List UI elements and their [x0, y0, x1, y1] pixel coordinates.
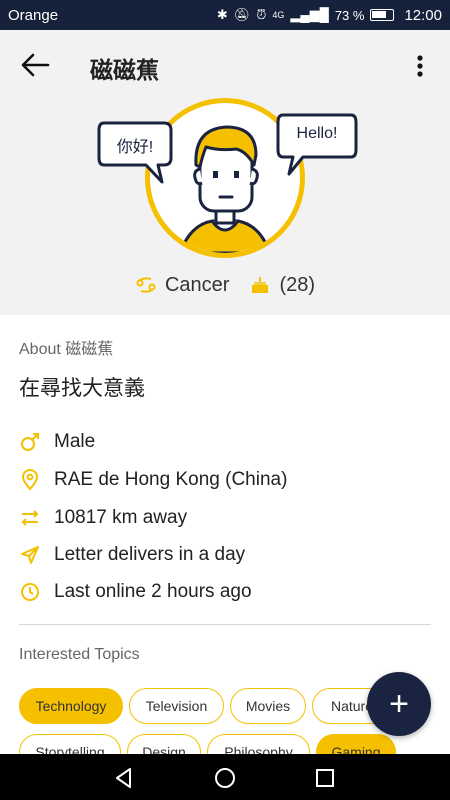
topic-chip-label: Television	[145, 698, 208, 714]
bubble-left-text: 你好!	[116, 139, 154, 156]
zodiac-age-row: Cancer (28)	[0, 270, 450, 300]
battery-percent: 73 %	[334, 7, 365, 23]
network-type: 4G	[272, 10, 285, 20]
more-options-button[interactable]	[410, 52, 430, 80]
male-icon	[21, 433, 39, 451]
about-heading: About 磁磁蕉	[19, 341, 114, 358]
speech-bubble-icon	[276, 113, 358, 176]
last-online-row: Last online 2 hours ago	[19, 578, 252, 606]
last-online-text: Last online 2 hours ago	[54, 581, 252, 602]
mute-icon: 🔕︎	[233, 7, 251, 22]
bubble-right-text: Hello!	[296, 125, 338, 142]
profile-header: 磁磁蕉 你好! Hello! Cancer (28)	[0, 30, 450, 315]
cake-icon	[252, 277, 269, 293]
section-divider	[19, 624, 431, 625]
delivery-text: Letter delivers in a day	[54, 544, 246, 565]
page-title: 磁磁蕉	[90, 57, 159, 83]
more-vert-icon	[417, 55, 423, 77]
location-row: RAE de Hong Kong (China)	[19, 466, 287, 494]
zodiac-label: Cancer	[164, 273, 230, 296]
age-label: (28)	[279, 273, 316, 296]
carrier-name: Orange	[8, 6, 59, 24]
nav-recents-icon[interactable]	[313, 766, 337, 790]
speech-bubble-left: 你好!	[96, 120, 174, 186]
signal-icon: ▂▄▆█	[290, 7, 329, 22]
app-bar: 磁磁蕉	[0, 30, 450, 100]
location-pin-icon	[21, 469, 39, 491]
topic-chip-label: Movies	[245, 698, 291, 714]
distance-row: 10817 km away	[19, 504, 187, 532]
arrow-left-icon	[21, 53, 50, 77]
send-icon	[21, 546, 39, 564]
back-button[interactable]	[18, 50, 52, 80]
clock-icon	[21, 583, 39, 601]
battery-icon	[370, 9, 395, 21]
system-nav-bar	[0, 754, 450, 800]
plus-icon: +	[389, 684, 409, 723]
topic-chip-label: Technology	[35, 698, 107, 714]
delivery-row: Letter delivers in a day	[19, 541, 245, 569]
topic-chip[interactable]: Movies	[230, 688, 306, 724]
cancer-zodiac-icon	[136, 277, 156, 293]
gender-row: Male	[19, 428, 95, 456]
clock: 12:00	[404, 6, 442, 24]
speech-bubble-right: Hello!	[275, 112, 359, 178]
nav-back-icon[interactable]	[112, 766, 136, 790]
gender-text: Male	[54, 431, 96, 452]
topics-heading: Interested Topics	[19, 646, 140, 663]
topic-chip[interactable]: Technology	[19, 688, 123, 724]
bluetooth-icon: ✱	[216, 7, 228, 22]
alarm-icon: ⏰︎	[256, 7, 267, 22]
distance-text: 10817 km away	[54, 507, 188, 528]
location-text: RAE de Hong Kong (China)	[54, 469, 288, 490]
status-bar: Orange ✱ 🔕︎ ⏰︎ 4G ▂▄▆█ 73 % 12:00	[0, 0, 450, 30]
topic-chip[interactable]: Television	[129, 688, 224, 724]
add-fab-button[interactable]: +	[367, 672, 431, 736]
nav-home-icon[interactable]	[213, 766, 237, 790]
status-icons: ✱ 🔕︎ ⏰︎ 4G ▂▄▆█ 73 % 12:00	[217, 7, 442, 24]
bio-text: 在尋找大意義	[19, 377, 145, 400]
swap-arrows-icon	[21, 510, 39, 526]
